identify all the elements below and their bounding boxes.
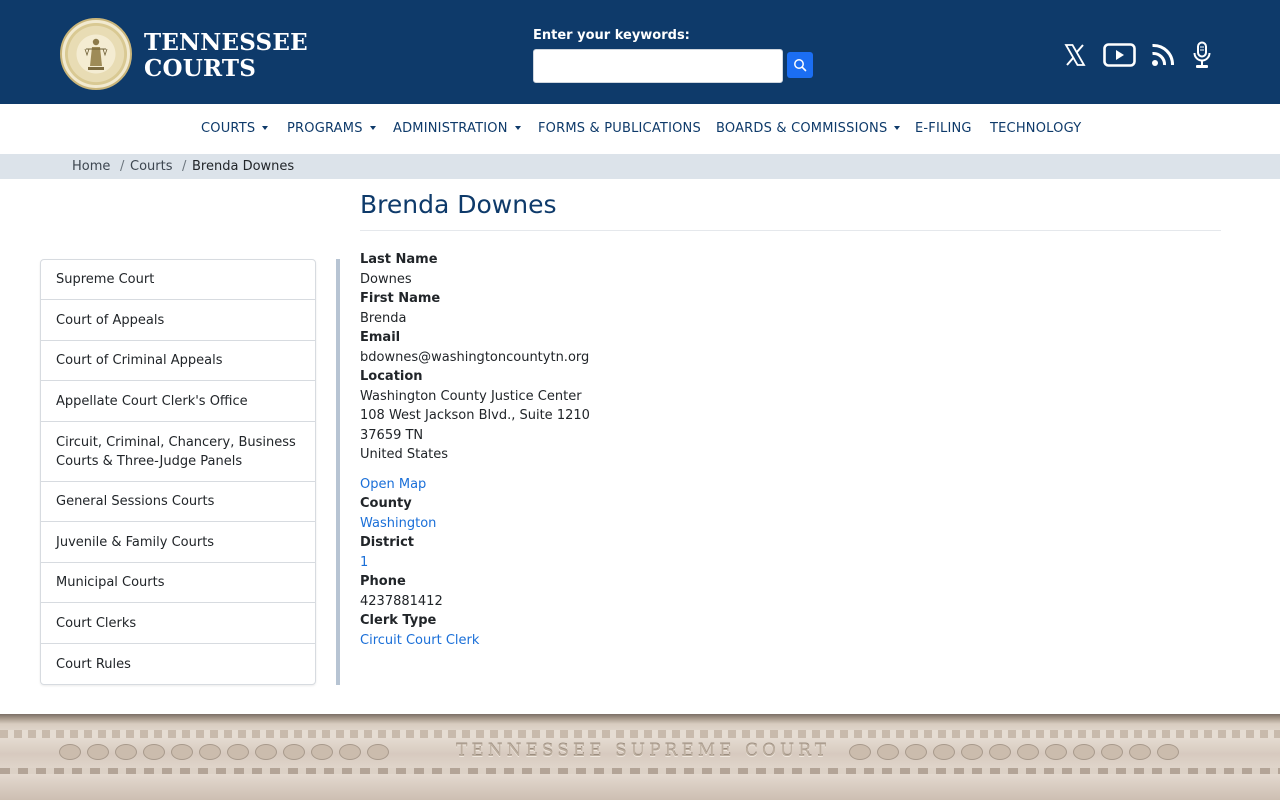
- location-line-1: Washington County Justice Center: [360, 389, 582, 404]
- clerk-type-link[interactable]: Circuit Court Clerk: [360, 633, 479, 648]
- page-title: Brenda Downes: [360, 190, 557, 219]
- brand-line-2: COURTS: [144, 55, 257, 82]
- sidebar-item-label: Court Rules: [56, 656, 131, 672]
- building-inscription: TENNESSEE SUPREME COURT: [456, 741, 831, 761]
- sidebar-item-label: Court Clerks: [56, 615, 137, 631]
- email-label: Email: [360, 330, 401, 345]
- sidebar-item-label: Juvenile & Family Courts: [56, 534, 215, 550]
- nav-e-filing[interactable]: E-FILING: [915, 121, 972, 136]
- clerk-type-label: Clerk Type: [360, 613, 437, 628]
- sidebar-item-label: Court of Criminal Appeals: [56, 353, 223, 368]
- location-label: Location: [360, 369, 423, 384]
- district-link[interactable]: 1: [360, 555, 368, 570]
- tennessee-judiciary-seal[interactable]: [60, 18, 132, 90]
- nav-courts[interactable]: COURTS: [201, 121, 269, 136]
- sidebar-item-circuit-criminal-chancery[interactable]: Circuit, Criminal, Chancery, Business Co…: [41, 422, 315, 482]
- site-header: TENNESSEE COURTS Enter your keywords:: [0, 0, 1280, 104]
- sidebar-item-supreme-court[interactable]: Supreme Court: [41, 260, 315, 300]
- phone-label: Phone: [360, 574, 406, 589]
- nav-forms-publications[interactable]: FORMS & PUBLICATIONS: [538, 121, 701, 136]
- phone-value: 4237881412: [360, 594, 443, 609]
- location-line-3: 37659 TN: [360, 428, 424, 443]
- sidebar-item-court-of-appeals[interactable]: Court of Appeals: [41, 300, 315, 341]
- rss-icon: [1152, 43, 1175, 66]
- sidebar-item-general-sessions[interactable]: General Sessions Courts: [41, 482, 315, 522]
- email-value: bdownes@washingtoncountytn.org: [360, 350, 590, 365]
- x-link[interactable]: [1062, 40, 1088, 70]
- nav-label: COURTS: [201, 121, 256, 136]
- search-label: Enter your keywords:: [533, 28, 690, 43]
- x-icon: [1064, 44, 1086, 66]
- sidebar-item-court-rules[interactable]: Court Rules: [41, 644, 315, 684]
- caret-down-icon: [514, 125, 521, 130]
- sidebar-item-label: Circuit, Criminal, Chancery, Business Co…: [56, 434, 296, 469]
- location-line-4: United States: [360, 447, 449, 462]
- breadcrumb-separator: /: [120, 159, 125, 174]
- nav-programs[interactable]: PROGRAMS: [287, 121, 376, 136]
- podcast-link[interactable]: [1190, 40, 1214, 70]
- nav-label: FORMS & PUBLICATIONS: [538, 121, 701, 136]
- district-label: District: [360, 535, 414, 550]
- sidebar-item-label: Municipal Courts: [56, 575, 165, 590]
- brand-line-1: TENNESSEE: [144, 29, 308, 56]
- nav-boards-commissions[interactable]: BOARDS & COMMISSIONS: [716, 121, 901, 136]
- rss-link[interactable]: [1150, 40, 1176, 70]
- breadcrumb-current: Brenda Downes: [192, 159, 295, 174]
- nav-label: E-FILING: [915, 121, 972, 136]
- youtube-icon: [1102, 43, 1136, 67]
- open-map-link[interactable]: Open Map: [360, 477, 426, 492]
- site-brand[interactable]: TENNESSEE COURTS: [144, 30, 308, 82]
- county-label: County: [360, 496, 412, 511]
- podcast-icon: [1193, 41, 1211, 68]
- frieze-rosettes-left: [56, 740, 392, 764]
- lower-molding: [0, 768, 1280, 774]
- caret-down-icon: [262, 125, 269, 130]
- frieze-rosettes-right: [846, 740, 1182, 764]
- county-link[interactable]: Washington: [360, 516, 436, 531]
- main-navigation: COURTS PROGRAMS ADMINISTRATION FORMS & P…: [0, 104, 1280, 154]
- last-name-value: Downes: [360, 272, 412, 287]
- first-name-value: Brenda: [360, 311, 407, 326]
- title-divider: [360, 230, 1221, 231]
- first-name-label: First Name: [360, 291, 441, 306]
- sidebar-item-label: General Sessions Courts: [56, 494, 215, 509]
- nav-label: ADMINISTRATION: [393, 121, 508, 136]
- search-input[interactable]: [533, 49, 783, 83]
- nav-label: TECHNOLOGY: [990, 121, 1082, 136]
- nav-administration[interactable]: ADMINISTRATION: [393, 121, 521, 136]
- sidebar-item-court-clerks[interactable]: Court Clerks: [41, 603, 315, 644]
- sidebar-item-appellate-court-clerk[interactable]: Appellate Court Clerk's Office: [41, 381, 315, 422]
- search-icon: [794, 59, 807, 72]
- sidebar-item-label: Appellate Court Clerk's Office: [56, 393, 248, 409]
- supreme-court-building-image: TENNESSEE SUPREME COURT: [0, 714, 1280, 800]
- sidebar-item-label: Supreme Court: [56, 272, 155, 287]
- location-line-2: 108 West Jackson Blvd., Suite 1210: [360, 408, 590, 423]
- scales-figure-icon: [84, 38, 108, 70]
- breadcrumb: Home / Courts / Brenda Downes: [0, 154, 1280, 179]
- sidebar-item-court-of-criminal-appeals[interactable]: Court of Criminal Appeals: [41, 341, 315, 381]
- cornice-dentils: [0, 730, 1280, 738]
- nav-label: PROGRAMS: [287, 121, 363, 136]
- nav-technology[interactable]: TECHNOLOGY: [990, 121, 1081, 136]
- nav-label: BOARDS & COMMISSIONS: [716, 121, 888, 136]
- caret-down-icon: [369, 125, 376, 130]
- last-name-label: Last Name: [360, 252, 438, 267]
- breadcrumb-separator: /: [182, 159, 187, 174]
- sidebar-menu: Supreme Court Court of Appeals Court of …: [40, 259, 316, 685]
- search-button[interactable]: [787, 52, 813, 78]
- sidebar-item-juvenile-family[interactable]: Juvenile & Family Courts: [41, 522, 315, 563]
- sidebar-item-label: Court of Appeals: [56, 312, 165, 328]
- caret-down-icon: [894, 125, 901, 130]
- breadcrumb-courts[interactable]: Courts: [130, 159, 173, 174]
- breadcrumb-home[interactable]: Home: [72, 159, 110, 174]
- content-accent-bar: [336, 259, 340, 685]
- youtube-link[interactable]: [1102, 40, 1136, 70]
- sidebar-item-municipal-courts[interactable]: Municipal Courts: [41, 563, 315, 603]
